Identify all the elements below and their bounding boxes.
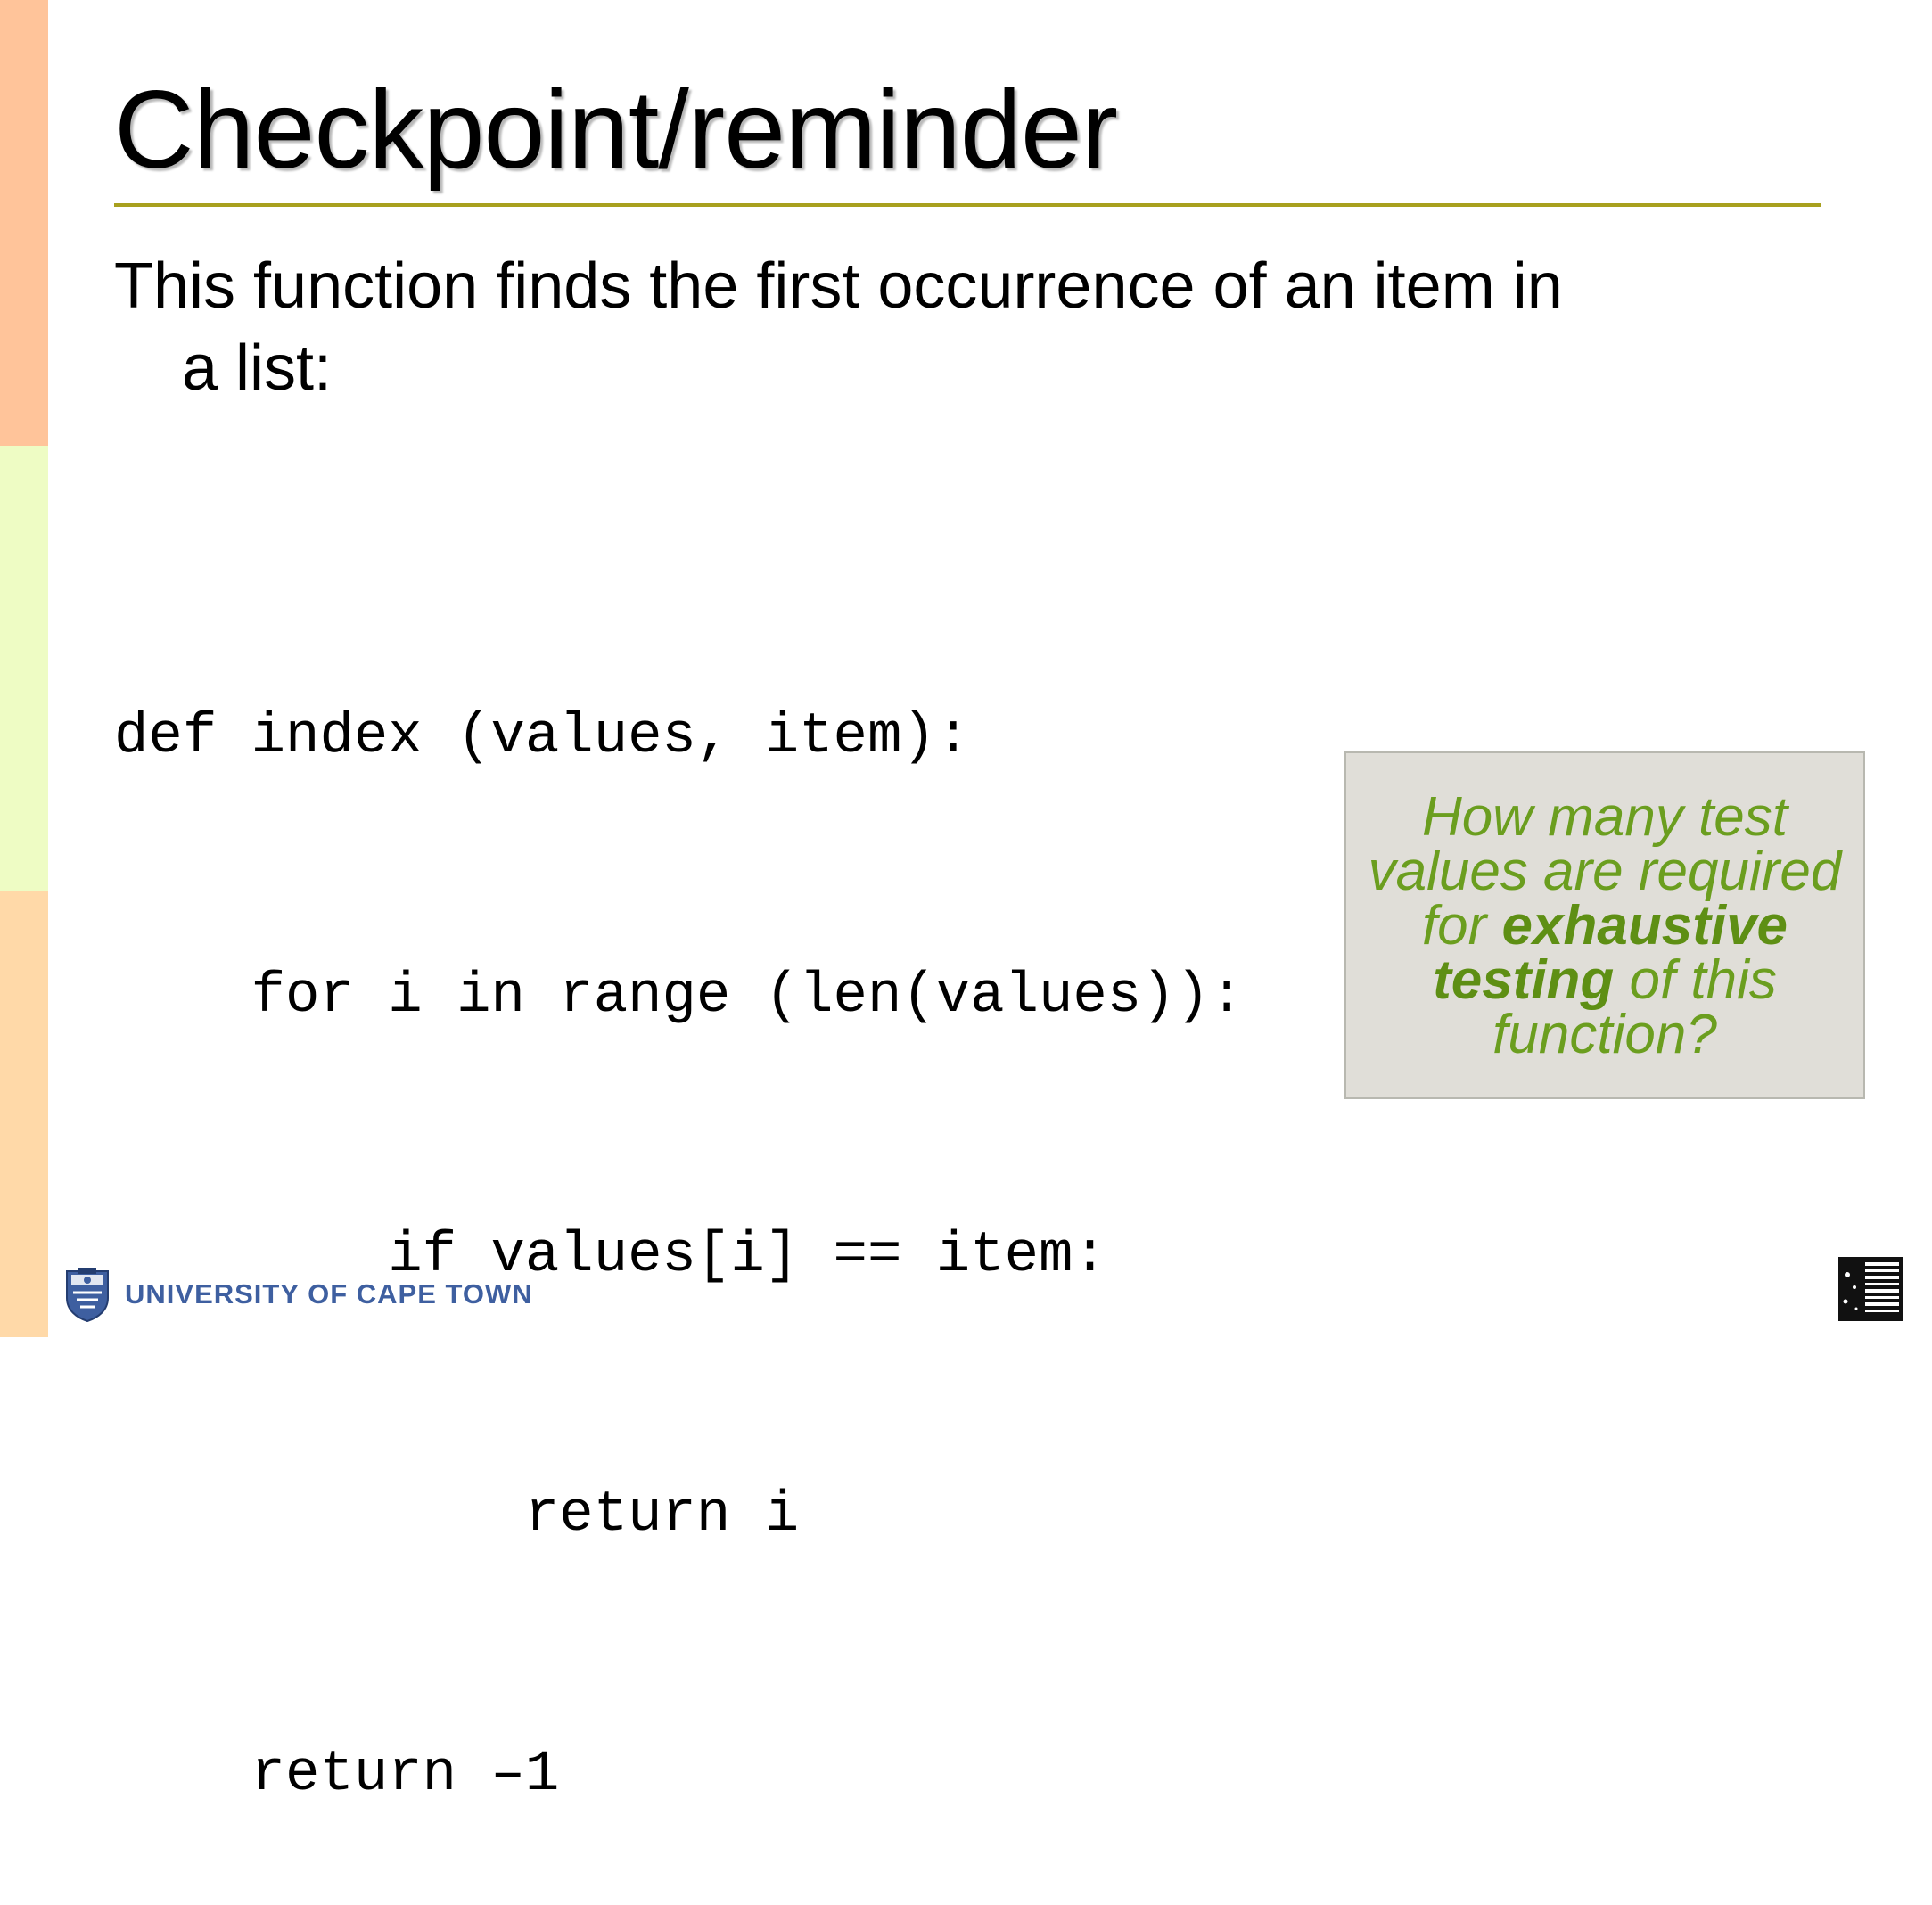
- code-line: for i in range (len(values)):: [114, 965, 1245, 1029]
- slide-corner-logo-icon: [1838, 1257, 1903, 1321]
- code-block: def index (values, item): for i in range…: [114, 521, 1244, 1905]
- code-line: return i: [114, 1483, 800, 1548]
- intro-text: This function finds the first occurrence…: [114, 250, 1563, 404]
- slide-title: Checkpoint/reminder: [114, 69, 1118, 192]
- side-strip-top: [0, 0, 48, 446]
- title-rule: [114, 203, 1821, 207]
- institution-name: UNIVERSITY OF CAPE TOWN: [125, 1278, 533, 1310]
- code-line: def index (values, item):: [114, 705, 971, 769]
- code-line: return –1: [114, 1743, 560, 1807]
- side-strip-middle: [0, 446, 48, 891]
- callout-box: How many test values are required for ex…: [1344, 751, 1865, 1099]
- side-strip-bottom: [0, 891, 48, 1337]
- callout-text: How many test values are required for ex…: [1346, 789, 1863, 1062]
- uct-crest-icon: [66, 1268, 109, 1323]
- footer-logo: UNIVERSITY OF CAPE TOWN: [64, 1266, 533, 1323]
